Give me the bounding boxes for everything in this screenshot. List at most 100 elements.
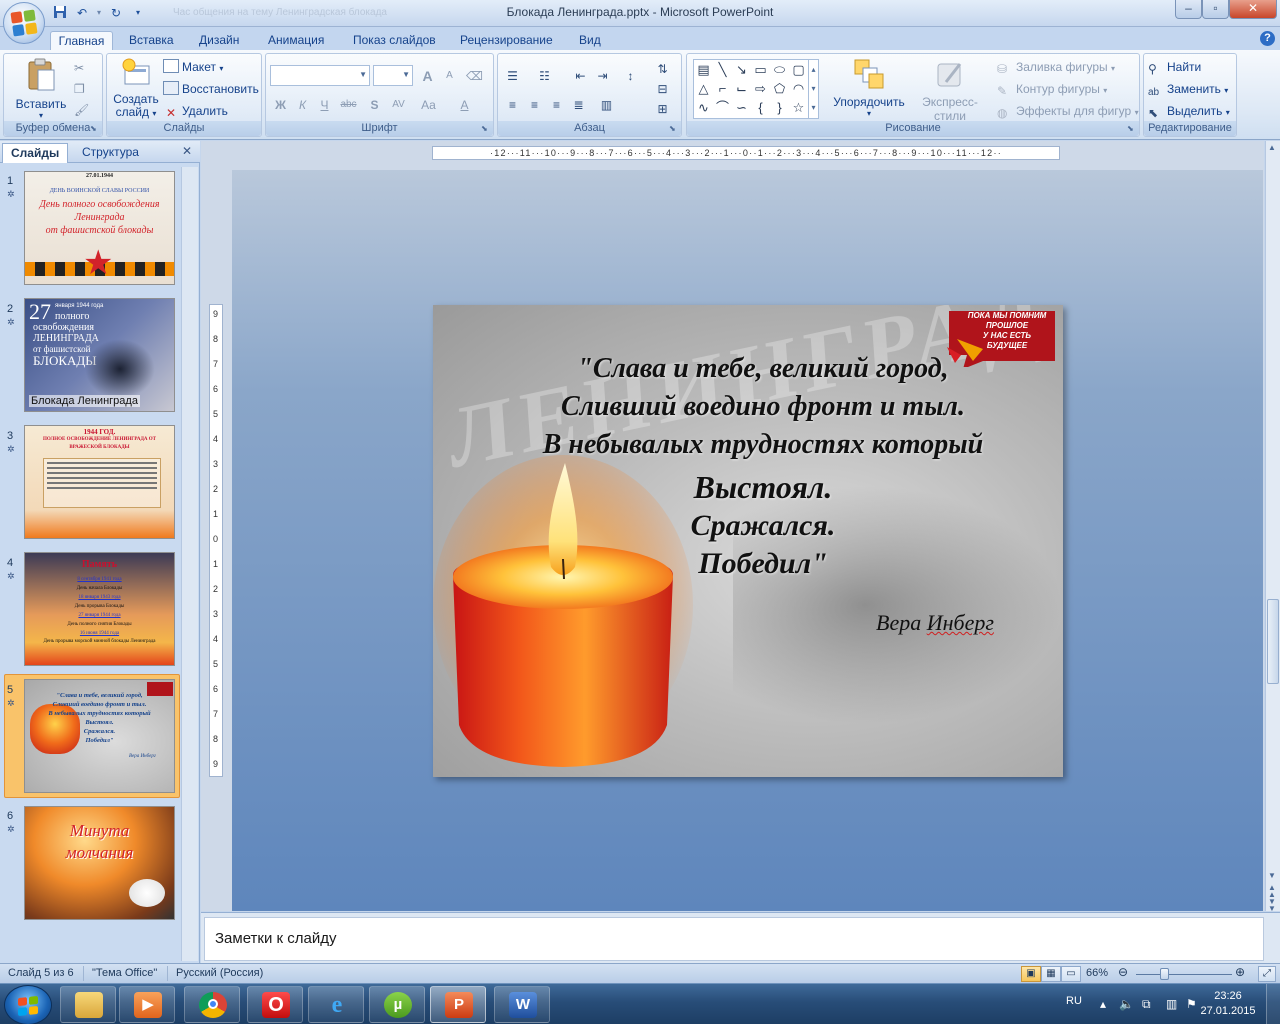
shrink-font-button[interactable]: A — [439, 65, 460, 85]
numbering-icon[interactable]: ☷ — [534, 65, 555, 85]
align-right-icon[interactable]: ≡ — [546, 94, 567, 114]
tab-slides[interactable]: Слайды — [2, 143, 69, 163]
tab-design[interactable]: Дизайн — [193, 31, 245, 50]
horizontal-ruler[interactable]: ·12···11···10···9···8···7···6···5···4···… — [432, 146, 1060, 160]
align-center-icon[interactable]: ≡ — [524, 94, 545, 114]
select-button[interactable]: ⬉ Выделить ▾ — [1148, 101, 1230, 121]
oval-shape-icon[interactable]: ⬭ — [771, 61, 788, 78]
format-painter-button[interactable]: 🖌 — [74, 100, 89, 120]
vertical-scrollbar[interactable]: ▲ ▼ ▲ ▲ ▼ ▼ — [1265, 141, 1280, 913]
taskbar-explorer[interactable] — [60, 986, 116, 1023]
language-status[interactable]: Русский (Россия) — [176, 967, 263, 979]
clear-format-icon[interactable]: ⌫ — [464, 65, 485, 85]
rounded-rect-shape-icon[interactable]: ▢ — [790, 61, 807, 78]
bullets-icon[interactable]: ☰ — [502, 65, 523, 85]
char-spacing-button[interactable]: AV — [388, 94, 409, 114]
zoom-slider-thumb[interactable] — [1160, 968, 1169, 980]
slide-thumbnail-4[interactable]: Память 8 сентября 1941 года День начала … — [24, 552, 175, 666]
reset-button[interactable]: Восстановить — [163, 79, 259, 99]
text-direction-icon[interactable]: ⇅ — [652, 58, 673, 78]
zoom-slider-track[interactable] — [1136, 974, 1232, 975]
close-button[interactable]: ✕ — [1229, 0, 1277, 19]
font-color-button[interactable]: A — [454, 94, 475, 114]
right-brace-shape-icon[interactable]: } — [771, 99, 788, 116]
find-button[interactable]: ⚲ Найти — [1148, 57, 1201, 77]
arc-shape-icon[interactable]: ⌒ — [714, 99, 731, 116]
theme-status[interactable]: "Тема Office" — [92, 967, 157, 979]
volume-icon[interactable]: 🔈 — [1119, 997, 1134, 1011]
pentagon-shape-icon[interactable]: ⬠ — [771, 80, 788, 97]
copy-button[interactable]: ❐ — [74, 79, 85, 99]
normal-view-button[interactable]: ▣ — [1021, 966, 1041, 982]
star-shape-icon[interactable]: ☆ — [790, 99, 807, 116]
taskbar-internet-explorer[interactable]: e — [308, 986, 364, 1023]
tab-insert[interactable]: Вставка — [123, 31, 180, 50]
previous-slide-icon[interactable]: ▲ ▲ — [1268, 884, 1276, 899]
maximize-button[interactable]: ▫ — [1202, 0, 1229, 19]
show-desktop-button[interactable] — [1266, 984, 1280, 1024]
right-arrow-shape-icon[interactable]: ⇨ — [752, 80, 769, 97]
taskbar-word[interactable]: W — [494, 986, 550, 1023]
callout-shape-icon[interactable]: ◠ — [790, 80, 807, 97]
replace-button[interactable]: ab Заменить ▾ — [1148, 79, 1228, 99]
help-icon[interactable]: ? — [1260, 31, 1275, 46]
clock-date[interactable]: 27.01.2015 — [1200, 1005, 1256, 1017]
font-size-combo[interactable]: ▼ — [373, 65, 413, 86]
columns-icon[interactable]: ▥ — [596, 94, 617, 114]
tab-animation[interactable]: Анимация — [262, 31, 330, 50]
input-language[interactable]: RU — [1066, 995, 1082, 1007]
smartart-icon[interactable]: ⊞ — [652, 98, 673, 118]
underline-button[interactable]: Ч — [314, 94, 335, 114]
shadow-button[interactable]: S — [364, 94, 385, 114]
arrange-button[interactable]: Упорядочить ▾ — [833, 58, 905, 118]
elbow-shape-icon[interactable]: ⌐ — [714, 80, 731, 97]
slideshow-view-button[interactable]: ▭ — [1061, 966, 1081, 982]
start-button[interactable] — [4, 985, 52, 1024]
change-case-button[interactable]: Aa — [418, 94, 439, 114]
taskbar-powerpoint[interactable]: P — [430, 986, 486, 1023]
minimize-button[interactable]: – — [1175, 0, 1202, 19]
tray-expand-icon[interactable]: ▴ — [1100, 997, 1106, 1011]
tab-outline[interactable]: Структура — [74, 143, 147, 163]
connector-shape-icon[interactable]: ⌙ — [733, 80, 750, 97]
freeform-shape-icon[interactable]: ∽ — [733, 99, 750, 116]
taskbar-media-player[interactable]: ▶ — [119, 986, 175, 1023]
line-spacing-icon[interactable]: ↕ — [620, 65, 641, 85]
shape-fill-button[interactable]: ⛁ Заливка фигуры ▾ — [997, 57, 1115, 77]
slide-thumbnail-3[interactable]: 1944 ГОД. ПОЛНОЕ ОСВОБОЖДЕНИЕ ЛЕНИНГРАДА… — [24, 425, 175, 539]
align-left-icon[interactable]: ≡ — [502, 94, 523, 114]
zoom-level[interactable]: 66% — [1086, 967, 1108, 979]
new-slide-button[interactable]: Создать слайд ▾ — [109, 58, 163, 120]
left-brace-shape-icon[interactable]: { — [752, 99, 769, 116]
tab-slideshow[interactable]: Показ слайдов — [347, 31, 442, 50]
decrease-indent-icon[interactable]: ⇤ — [570, 65, 591, 85]
vertical-ruler[interactable]: 9 8 7 6 5 4 3 2 1 0 1 2 3 4 5 6 7 8 9 — [209, 304, 223, 777]
network-icon[interactable]: ▥ — [1166, 997, 1177, 1011]
scrollbar-thumb[interactable] — [1267, 599, 1279, 684]
slide-thumbnail-5[interactable]: "Слава и тебе, великий город, Сливший во… — [24, 679, 175, 793]
grow-font-button[interactable]: A — [417, 65, 438, 85]
layout-button[interactable]: Макет ▾ — [163, 57, 223, 77]
line-shape-icon[interactable]: ╲ — [714, 61, 731, 78]
italic-button[interactable]: К — [292, 94, 313, 114]
shapes-more-icon[interactable]: ▴ ▾ ▾ — [808, 60, 818, 118]
justify-icon[interactable]: ≣ — [568, 94, 589, 114]
font-name-combo[interactable]: ▼ — [270, 65, 370, 86]
paste-button[interactable]: Вставить ▾ — [12, 58, 70, 120]
strikethrough-button[interactable]: abc — [338, 94, 359, 114]
slides-pane-scrollbar[interactable] — [181, 167, 198, 961]
tab-home[interactable]: Главная — [50, 31, 113, 50]
shape-effects-button[interactable]: ◍ Эффекты для фигур ▾ — [997, 101, 1139, 121]
current-slide[interactable]: ЛЕНИНГРАД ПОКА МЫ ПОМНИМ ПРОШЛОЕ У НАС Е… — [433, 305, 1063, 777]
scroll-down-icon[interactable]: ▼ — [1268, 871, 1276, 880]
curve-shape-icon[interactable]: ∿ — [695, 99, 712, 116]
shape-outline-button[interactable]: ✎ Контур фигуры ▾ — [997, 79, 1107, 99]
paragraph-launcher-icon[interactable]: ⬊ — [669, 124, 679, 134]
office-button[interactable] — [3, 2, 45, 44]
taskbar-utorrent[interactable]: µ — [369, 986, 425, 1023]
tab-view[interactable]: Вид — [573, 31, 607, 50]
slide-thumbnail-1[interactable]: 27.01.1944 ДЕНЬ ВОИНСКОЙ СЛАВЫ РОССИИ Де… — [24, 171, 175, 285]
cut-button[interactable]: ✂ — [74, 58, 84, 78]
increase-indent-icon[interactable]: ⇥ — [592, 65, 613, 85]
slide-thumbnail-2[interactable]: 27 января 1944 года полного освобождения… — [24, 298, 175, 412]
